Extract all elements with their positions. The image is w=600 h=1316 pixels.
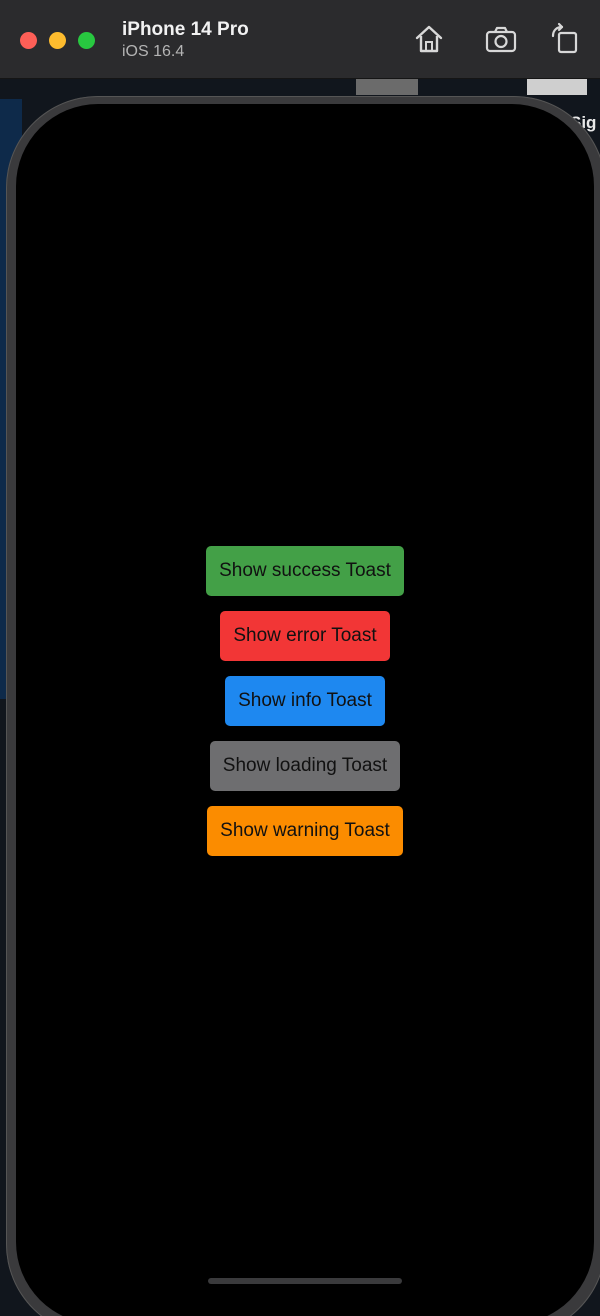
close-window-button[interactable] bbox=[20, 32, 37, 49]
backdrop-chip bbox=[527, 79, 587, 95]
backdrop-chip bbox=[356, 79, 418, 95]
device-name: iPhone 14 Pro bbox=[122, 19, 249, 40]
show-error-toast-button[interactable]: Show error Toast bbox=[220, 611, 390, 661]
show-success-toast-button[interactable]: Show success Toast bbox=[206, 546, 404, 596]
rotate-icon[interactable] bbox=[548, 22, 582, 56]
show-info-toast-button[interactable]: Show info Toast bbox=[225, 676, 385, 726]
zoom-window-button[interactable] bbox=[78, 32, 95, 49]
screenshot-icon[interactable] bbox=[484, 22, 518, 56]
simulator-window: iPhone 14 Pro iOS 16.4 Sig Show success … bbox=[0, 0, 600, 1316]
show-warning-toast-button[interactable]: Show warning Toast bbox=[207, 806, 403, 856]
show-loading-toast-button[interactable]: Show loading Toast bbox=[209, 741, 401, 791]
home-icon[interactable] bbox=[412, 22, 446, 56]
home-indicator[interactable] bbox=[208, 1278, 402, 1284]
os-version: iOS 16.4 bbox=[122, 43, 185, 60]
toast-button-list: Show success Toast Show error Toast Show… bbox=[16, 546, 594, 871]
device-screen: Show success Toast Show error Toast Show… bbox=[16, 104, 594, 1316]
simulator-title-bar: iPhone 14 Pro iOS 16.4 bbox=[0, 0, 600, 79]
minimize-window-button[interactable] bbox=[49, 32, 66, 49]
